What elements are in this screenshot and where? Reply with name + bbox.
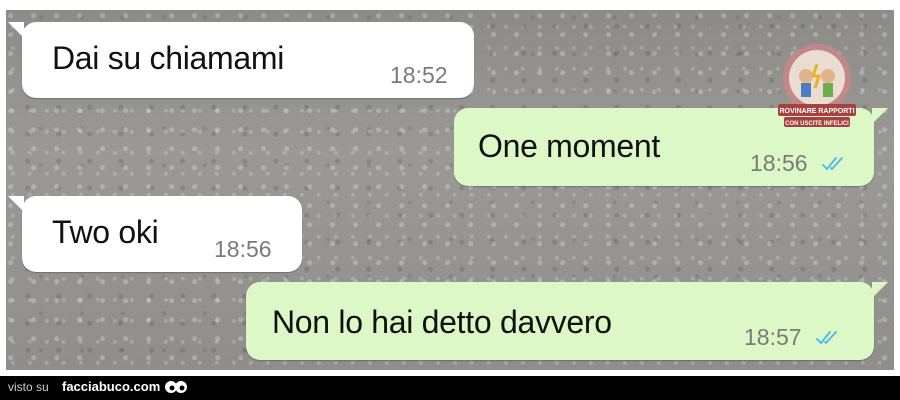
message-time: 18:52 [390,62,448,88]
watermark-logo: ROVINARE RAPPORTI CON USCITE INFELICI [778,44,856,127]
message-time: 18:56 [750,150,808,176]
double-check-read-icon [816,331,837,345]
svg-text:ROVINARE RAPPORTI: ROVINARE RAPPORTI [779,108,854,115]
footer: visto su facciabuco.com [0,376,900,400]
eyes-icon [165,381,187,393]
svg-text:CON USCITE INFELICI: CON USCITE INFELICI [785,121,849,127]
message-bubble-outgoing[interactable]: Non lo hai detto davvero 18:57 [246,282,888,360]
message-bubble-incoming[interactable]: Dai su chiamami 18:52 [8,22,474,98]
double-check-read-icon [822,157,843,171]
message-time: 18:57 [744,324,802,350]
message-bubble-incoming[interactable]: Two oki 18:56 [8,196,302,272]
message-text: Dai su chiamami [52,40,285,76]
message-text: Two oki [52,214,159,250]
message-text: One moment [478,128,660,164]
message-time: 18:56 [214,236,272,262]
footer-bar: visto su facciabuco.com [0,376,900,400]
footer-prefix: visto su [8,380,49,394]
message-text: Non lo hai detto davvero [272,304,612,340]
chat-area: Dai su chiamami 18:52 One moment 18:56 T… [6,10,894,370]
footer-site-link[interactable]: facciabuco.com [62,379,160,394]
